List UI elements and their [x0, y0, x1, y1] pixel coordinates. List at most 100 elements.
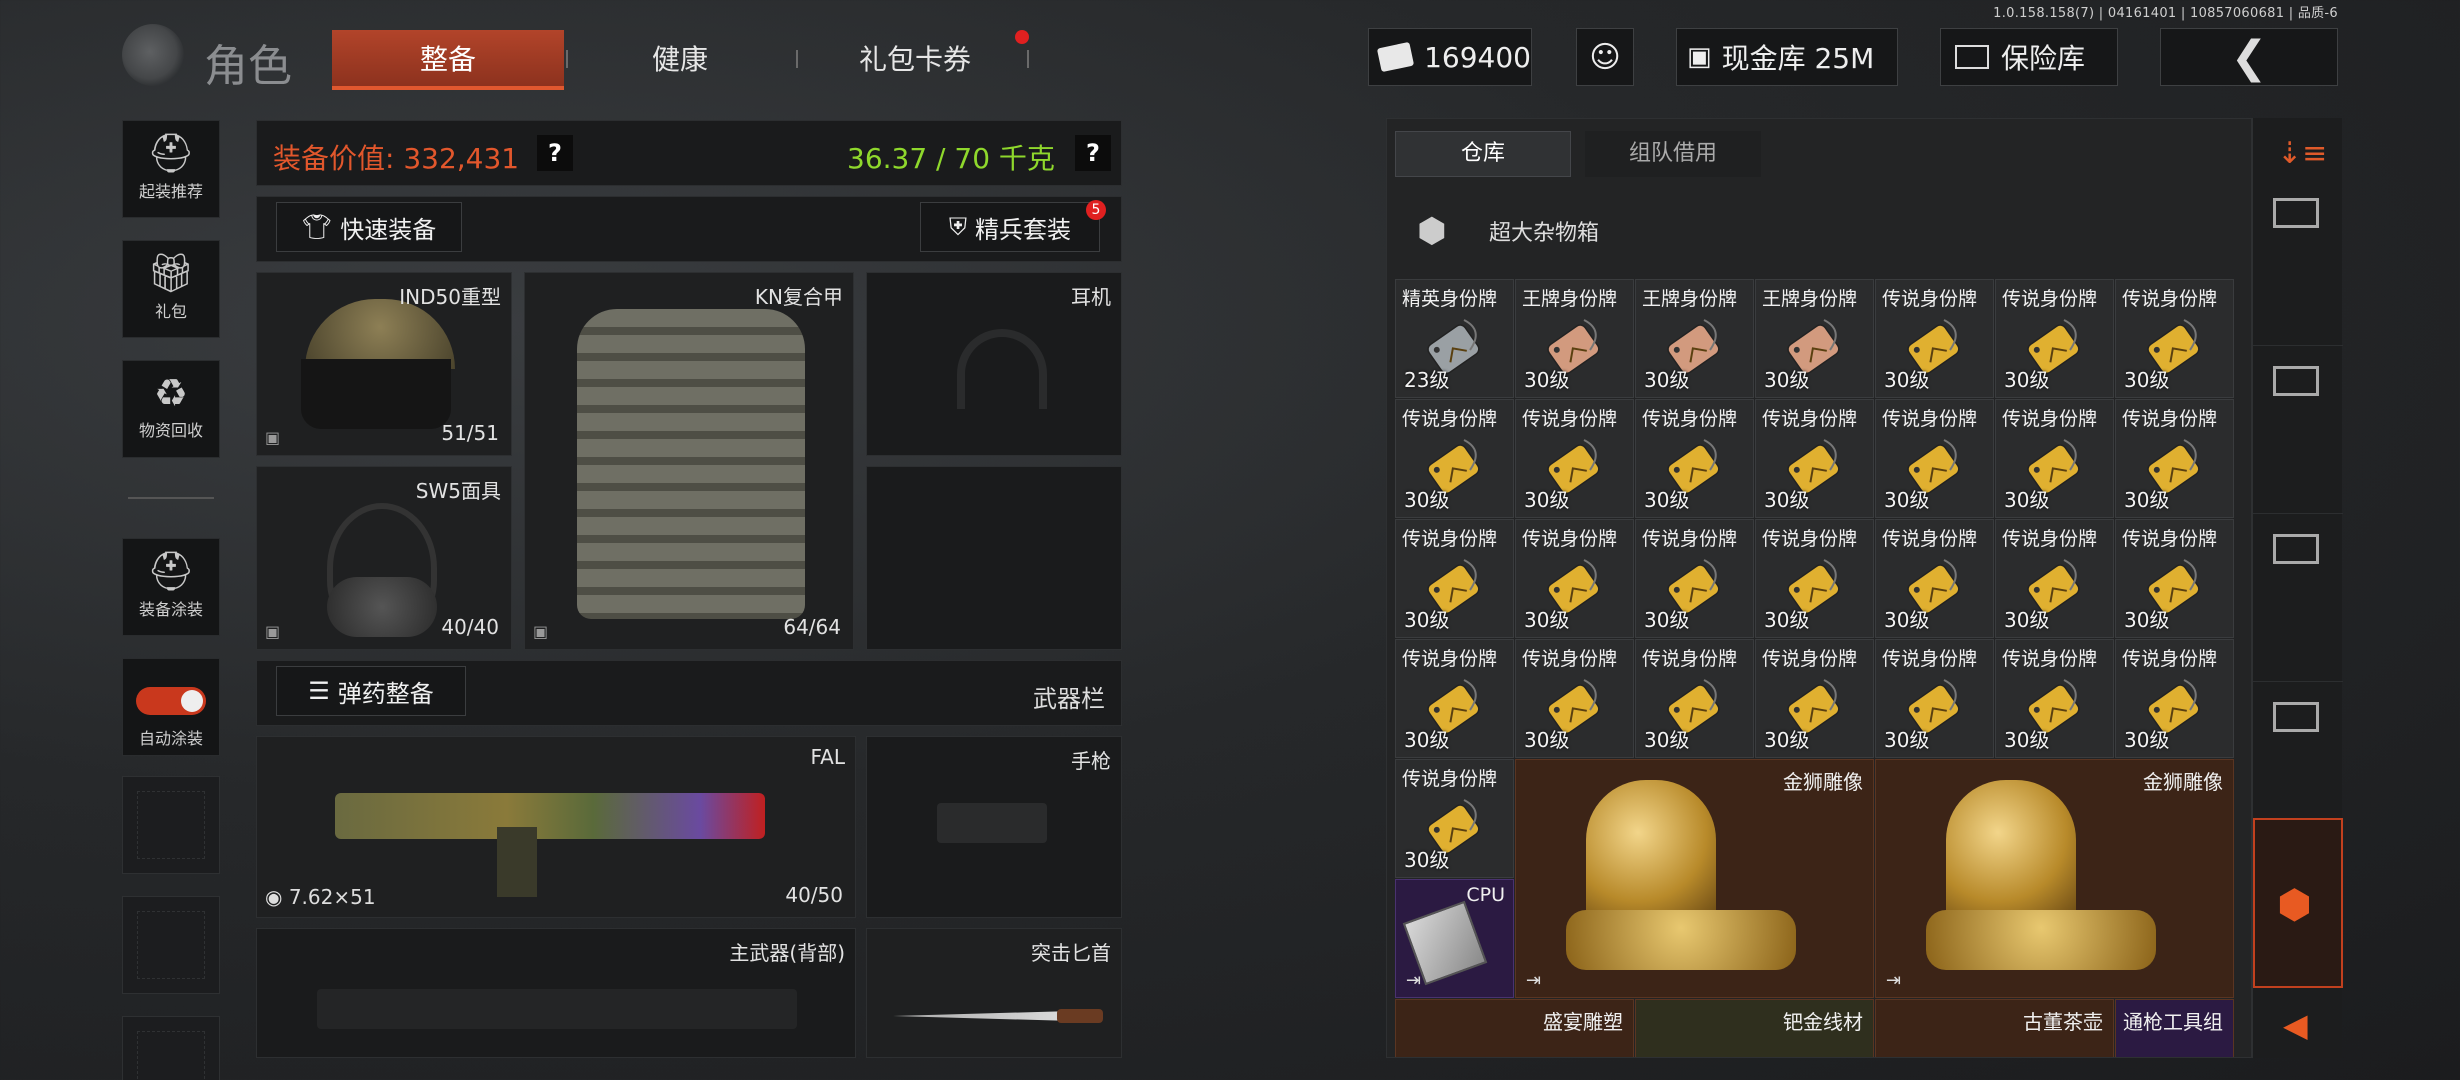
value-help-button[interactable]: ?	[537, 135, 573, 171]
item-name: CPU	[1466, 884, 1505, 906]
storage-item-dog-tag[interactable]: 传说身份牌 30级	[1395, 399, 1514, 518]
storage-item-dog-tag[interactable]: 王牌身份牌 30级	[1635, 279, 1754, 398]
soldier-avatar-icon: ☺	[1589, 39, 1621, 75]
storage-item-dog-tag[interactable]: 传说身份牌 30级	[2115, 519, 2234, 638]
storage-item-dog-tag[interactable]: 传说身份牌 30级	[1755, 519, 1874, 638]
cash-vault-button[interactable]: ▣ 现金库 25M	[1676, 28, 1898, 86]
storage-item-dog-tag[interactable]: 王牌身份牌 30级	[1515, 279, 1634, 398]
currency-display[interactable]: 169400	[1368, 28, 1532, 86]
storage-panel: 仓库 组队借用 ⬢ 超大杂物箱 精英身份牌 23级 王牌身份牌 30级 王牌身份牌 30级…	[1386, 118, 2252, 1058]
storage-item-dog-tag[interactable]: 传说身份牌 30级	[1395, 639, 1514, 758]
page-title: 角色	[204, 41, 292, 92]
storage-item-dog-tag[interactable]: 传说身份牌 30级	[1995, 279, 2114, 398]
storage-nav: ⇣≡ ⬢ ◀	[2252, 118, 2343, 1058]
storage-item-bottom-4[interactable]: 通枪工具组	[2115, 999, 2234, 1057]
tab-warehouse[interactable]: 仓库	[1395, 131, 1571, 177]
pistol-slot[interactable]: 手枪	[866, 736, 1122, 918]
storage-item-dog-tag[interactable]: 传说身份牌 30级	[1875, 519, 1994, 638]
storage-item-dog-tag[interactable]: 传说身份牌 30级	[2115, 279, 2234, 398]
safe-icon	[1955, 45, 1989, 69]
storage-item-dog-tag[interactable]: 传说身份牌 30级	[1635, 639, 1754, 758]
storage-item-dog-tag[interactable]: 传说身份牌 30级	[1395, 519, 1514, 638]
item-name: 盛宴雕塑	[1543, 1010, 1623, 1034]
item-level: 30级	[1764, 728, 1810, 752]
nav-container-1[interactable]	[2253, 178, 2343, 346]
storage-item-dog-tag[interactable]: 传说身份牌 30级	[1875, 279, 1994, 398]
storage-item-dog-tag[interactable]: 传说身份牌 30级	[1635, 519, 1754, 638]
item-level: 30级	[1884, 368, 1930, 392]
storage-item-gold-lion[interactable]: ⇥ 金狮雕像	[1875, 759, 2234, 998]
primary-weapon-slot[interactable]: FAL ◉ 7.62×51 40/50	[256, 736, 856, 918]
item-name: 传说身份牌	[1642, 648, 1738, 670]
storage-item-dog-tag[interactable]: 传说身份牌 30级	[1875, 639, 1994, 758]
storage-item-dog-tag[interactable]: 传说身份牌 30级	[1515, 399, 1634, 518]
empty-equip-slot[interactable]	[866, 466, 1122, 650]
safe-button[interactable]: 保险库	[1940, 28, 2118, 86]
ammo-prep-button[interactable]: ☰ 弹药整备	[276, 666, 466, 716]
storage-item-dog-tag[interactable]: 王牌身份牌 30级	[1755, 279, 1874, 398]
sidebar-auto-paint[interactable]: 自动涂装	[122, 658, 220, 756]
storage-item-dog-tag[interactable]: 传说身份牌 30级	[1875, 399, 1994, 518]
item-level: 30级	[1884, 488, 1930, 512]
tab-divider	[566, 50, 568, 68]
storage-item-dog-tag[interactable]: 传说身份牌 30级	[1995, 399, 2114, 518]
sort-icon[interactable]: ⇣≡	[2277, 136, 2327, 171]
item-level: 30级	[1524, 728, 1570, 752]
item-name: 精英身份牌	[1402, 288, 1498, 310]
tab-team-borrow[interactable]: 组队借用	[1585, 131, 1761, 177]
tab-gift-vouchers[interactable]: 礼包卡券	[830, 30, 1000, 90]
nav-item-box-active[interactable]: ⬢	[2253, 818, 2343, 988]
quick-equip-button[interactable]: 👕︎ 快速装备	[276, 202, 462, 252]
nav-container-2[interactable]	[2253, 346, 2343, 514]
item-level: 30级	[1404, 488, 1450, 512]
storage-item-dog-tag[interactable]: 传说身份牌 30级	[2115, 639, 2234, 758]
nav-container-3[interactable]	[2253, 514, 2343, 682]
storage-item-dog-tag[interactable]: 传说身份牌 30级	[1515, 519, 1634, 638]
armor-slot[interactable]: KN复合甲 64/64 ▣	[524, 272, 854, 650]
storage-item-dog-tag[interactable]: 传说身份牌 30级	[1755, 639, 1874, 758]
storage-item-dog-tag[interactable]: 传说身份牌 30级	[1755, 399, 1874, 518]
back-button[interactable]: ❮	[2160, 28, 2338, 86]
character-button[interactable]: ☺	[1576, 28, 1634, 86]
elite-set-button[interactable]: ⛨ 精兵套装	[920, 202, 1100, 252]
toggle-icon[interactable]	[136, 687, 206, 715]
item-name: 王牌身份牌	[1762, 288, 1858, 310]
knife-blade	[893, 1011, 1073, 1021]
sidebar-recycle[interactable]: ♻ 物资回收	[122, 360, 220, 458]
item-name: 传说身份牌	[1402, 408, 1498, 430]
backup-weapon-slot[interactable]: 主武器(背部)	[256, 928, 856, 1058]
storage-item-bottom-1[interactable]: 盛宴雕塑	[1395, 999, 1634, 1057]
item-level: 30级	[1404, 848, 1450, 872]
equip-value: 装备价值: 332,431	[273, 142, 520, 175]
sidebar-recommend-loadout[interactable]: ⛑ 起装推荐	[122, 120, 220, 218]
storage-item-bottom-3[interactable]: 古董茶壶	[1875, 999, 2114, 1057]
item-name: 王牌身份牌	[1522, 288, 1618, 310]
storage-item-dog-tag[interactable]: 传说身份牌 30级	[1635, 399, 1754, 518]
sidebar-gift[interactable]: 🎁︎ 礼包	[122, 240, 220, 338]
item-name: 传说身份牌	[1762, 408, 1858, 430]
storage-item-cpu[interactable]: ⇥ CPU	[1395, 879, 1514, 998]
paint-helmet-icon: ⛑	[146, 549, 196, 593]
storage-item-bottom-2[interactable]: 钯金线材	[1635, 999, 1874, 1057]
storage-item-dog-tag[interactable]: 传说身份牌 30级	[1995, 639, 2114, 758]
headset-slot[interactable]: 耳机	[866, 272, 1122, 456]
knife-handle	[1057, 1009, 1103, 1023]
lion-statue-image	[1946, 780, 2076, 930]
equip-summary-bar: 装备价值: 332,431 ? 36.37 / 70 千克 ?	[256, 120, 1122, 186]
weight-help-button[interactable]: ?	[1075, 135, 1111, 171]
sidebar-paint-equipment[interactable]: ⛑ 装备涂装	[122, 538, 220, 636]
helmet-slot[interactable]: IND50重型 51/51 ▣	[256, 272, 512, 456]
tab-equip[interactable]: 整备	[332, 30, 564, 90]
storage-item-dog-tag[interactable]: 传说身份牌 30级	[2115, 399, 2234, 518]
mask-slot[interactable]: SW5面具 40/40 ▣	[256, 466, 512, 650]
knife-label: 突击匕首	[1031, 941, 1111, 965]
mask-name: SW5面具	[415, 479, 501, 503]
storage-item-dog-tag[interactable]: 精英身份牌 23级	[1395, 279, 1514, 398]
storage-item-dog-tag[interactable]: 传说身份牌 30级	[1395, 759, 1514, 878]
storage-item-dog-tag[interactable]: 传说身份牌 30级	[1515, 639, 1634, 758]
knife-slot[interactable]: 突击匕首	[866, 928, 1122, 1058]
storage-item-dog-tag[interactable]: 传说身份牌 30级	[1995, 519, 2114, 638]
tab-health[interactable]: 健康	[600, 30, 760, 90]
nav-collapse-button[interactable]: ◀	[2253, 996, 2343, 1058]
storage-item-gold-lion[interactable]: ⇥ 金狮雕像	[1515, 759, 1874, 998]
